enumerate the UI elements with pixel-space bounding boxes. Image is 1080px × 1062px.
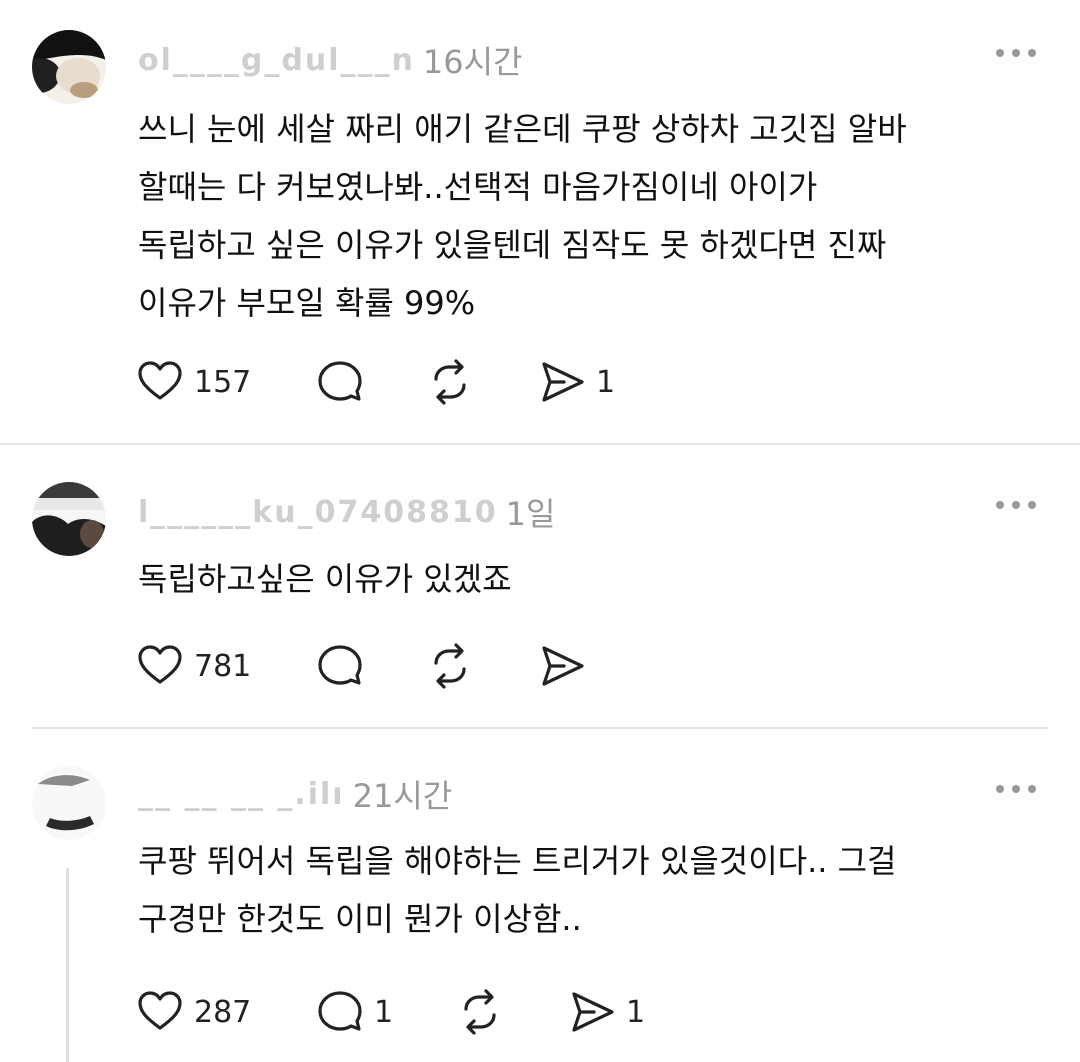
thread-line: [66, 868, 69, 1062]
post-text-line: 쿠팡 뛰어서 독립을 해야하는 트리거가 있을것이다.. 그걸: [138, 842, 897, 880]
avatar[interactable]: [32, 766, 106, 840]
reply-button[interactable]: 1: [316, 987, 393, 1037]
share-button[interactable]: [538, 641, 586, 691]
post-text-line: 독립하고 싶은 이유가 있을텐데 짐작도 못 하겠다면 진짜: [138, 226, 887, 264]
post-meta: ol____g_dul___n 16시간: [138, 40, 523, 82]
heart-icon: [136, 988, 184, 1036]
post-2: l______ku_07408810 1일 독립하고싶은 이유가 있겠죠 781: [0, 444, 1080, 728]
more-dots-icon[interactable]: [996, 46, 1036, 60]
repost-button[interactable]: [456, 987, 504, 1037]
username[interactable]: l______ku_07408810: [138, 495, 498, 530]
like-button[interactable]: 157: [136, 357, 251, 407]
like-count: 287: [194, 994, 252, 1030]
post-text: 쿠팡 뛰어서 독립을 해야하는 트리거가 있을것이다.. 그걸 구경만 한것도 …: [138, 832, 1038, 948]
post-3: __ __ __ _.ilı 21시간 쿠팡 뛰어서 독립을 해야하는 트리거가…: [0, 728, 1080, 1062]
share-button[interactable]: 1: [568, 987, 645, 1037]
avatar-image: [32, 482, 106, 556]
post-text: 쓰니 눈에 세살 짜리 애기 같은데 쿠팡 상하차 고깃집 알바 할때는 다 커…: [138, 100, 1038, 332]
avatar-image: [32, 30, 106, 104]
comment-bubble-icon: [316, 642, 364, 690]
like-count: 157: [194, 364, 252, 400]
reply-count: 1: [374, 994, 394, 1030]
username[interactable]: __ __ __ _.ilı: [138, 777, 345, 812]
repost-icon: [426, 642, 474, 690]
share-count: 1: [626, 994, 646, 1030]
post-text: 독립하고싶은 이유가 있겠죠: [138, 550, 1038, 608]
comment-bubble-icon: [316, 358, 364, 406]
avatar[interactable]: [32, 482, 106, 556]
heart-icon: [136, 358, 184, 406]
post-1: ol____g_dul___n 16시간 쓰니 눈에 세살 짜리 애기 같은데 …: [0, 0, 1080, 444]
like-button[interactable]: 287: [136, 987, 251, 1037]
share-count: 1: [596, 364, 616, 400]
send-icon: [568, 988, 616, 1036]
post-text-line: 쓰니 눈에 세살 짜리 애기 같은데 쿠팡 상하차 고깃집 알바: [138, 110, 907, 148]
like-count: 781: [194, 648, 252, 684]
repost-button[interactable]: [426, 641, 474, 691]
more-dots-icon[interactable]: [996, 782, 1036, 796]
repost-icon: [456, 988, 504, 1036]
send-icon: [538, 642, 586, 690]
username[interactable]: ol____g_dul___n: [138, 43, 415, 78]
post-text-line: 구경만 한것도 이미 뭔가 이상함..: [138, 900, 582, 938]
post-meta: l______ku_07408810 1일: [138, 492, 556, 534]
reply-button[interactable]: [316, 641, 364, 691]
timestamp: 16시간: [422, 43, 523, 81]
repost-icon: [426, 358, 474, 406]
post-text-line: 이유가 부모일 확률 99%: [138, 284, 476, 322]
more-dots-icon[interactable]: [996, 498, 1036, 512]
comment-bubble-icon: [316, 988, 364, 1036]
post-meta: __ __ __ _.ilı 21시간: [138, 774, 453, 816]
post-text-line: 독립하고싶은 이유가 있겠죠: [138, 560, 512, 598]
reply-button[interactable]: [316, 357, 364, 407]
send-icon: [538, 358, 586, 406]
post-text-line: 할때는 다 커보였나봐..선택적 마음가짐이네 아이가: [138, 168, 818, 206]
like-button[interactable]: 781: [136, 641, 251, 691]
timestamp: 21시간: [352, 777, 453, 815]
share-button[interactable]: 1: [538, 357, 615, 407]
heart-icon: [136, 642, 184, 690]
avatar[interactable]: [32, 30, 106, 104]
timestamp: 1일: [505, 495, 556, 533]
avatar-image: [32, 766, 106, 840]
repost-button[interactable]: [426, 357, 474, 407]
